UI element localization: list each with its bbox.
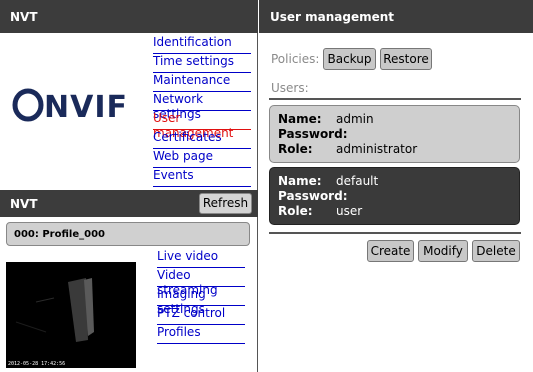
- users-divider-top: [269, 98, 521, 100]
- name-key: Name:: [278, 112, 322, 126]
- modify-button[interactable]: Modify: [418, 240, 468, 262]
- nav-ptz-control[interactable]: PTZ control: [157, 306, 245, 325]
- nav-maintenance[interactable]: Maintenance: [153, 73, 251, 92]
- role-key: Role:: [278, 204, 313, 218]
- profile-selector[interactable]: 000: Profile_000: [6, 222, 250, 246]
- nav-imaging-settings[interactable]: Imaging settings: [157, 287, 245, 316]
- nav-identification[interactable]: Identification: [153, 35, 251, 54]
- svg-text:NVIF: NVIF: [44, 90, 128, 122]
- nvt-section-header: NVT Refresh: [0, 190, 258, 217]
- nav-events[interactable]: Events: [153, 168, 251, 187]
- users-divider-bottom: [269, 232, 521, 234]
- video-frame: [6, 262, 136, 368]
- password-key: Password:: [278, 189, 348, 203]
- nav-profiles[interactable]: Profiles: [157, 325, 245, 344]
- nav-video-streaming[interactable]: Video streaming: [157, 268, 245, 297]
- left-panel: NVT NVIF Identification Time settings Ma…: [0, 0, 258, 372]
- restore-button[interactable]: Restore: [380, 48, 432, 70]
- device-nav: Identification Time settings Maintenance…: [153, 35, 251, 187]
- refresh-button[interactable]: Refresh: [199, 193, 252, 214]
- nav-certificates[interactable]: Certificates: [153, 130, 251, 149]
- nav-network-settings[interactable]: Network settings: [153, 92, 251, 121]
- backup-button[interactable]: Backup: [323, 48, 376, 70]
- media-nav: Live video Video streaming Imaging setti…: [157, 249, 245, 344]
- user-card-admin[interactable]: Name: admin Password: Role: administrator: [269, 105, 520, 163]
- nvt-section-title: NVT: [10, 197, 38, 211]
- password-key: Password:: [278, 127, 348, 141]
- video-timestamp: 2012-05-28 17:42:56: [8, 361, 66, 367]
- app-root: NVT NVIF Identification Time settings Ma…: [0, 0, 533, 372]
- user-name: admin: [336, 112, 374, 126]
- user-card-default[interactable]: Name: default Password: Role: user: [269, 167, 520, 225]
- page-title: User management: [259, 0, 533, 33]
- delete-button[interactable]: Delete: [472, 240, 520, 262]
- right-panel: User management Policies: Backup Restore…: [259, 0, 533, 372]
- users-label: Users:: [271, 81, 309, 95]
- user-name: default: [336, 174, 379, 188]
- role-key: Role:: [278, 142, 313, 156]
- live-video-preview: 2012-05-28 17:42:56: [6, 262, 136, 368]
- policies-label: Policies:: [271, 52, 320, 66]
- create-button[interactable]: Create: [367, 240, 414, 262]
- nav-user-management[interactable]: User management: [153, 111, 251, 140]
- user-role: user: [336, 204, 363, 218]
- nav-live-video[interactable]: Live video: [157, 249, 245, 268]
- nav-time-settings[interactable]: Time settings: [153, 54, 251, 73]
- name-key: Name:: [278, 174, 322, 188]
- left-panel-header: NVT: [0, 0, 258, 33]
- nav-web-page[interactable]: Web page: [153, 149, 251, 168]
- onvif-logo: NVIF: [12, 88, 128, 122]
- user-role: administrator: [336, 142, 418, 156]
